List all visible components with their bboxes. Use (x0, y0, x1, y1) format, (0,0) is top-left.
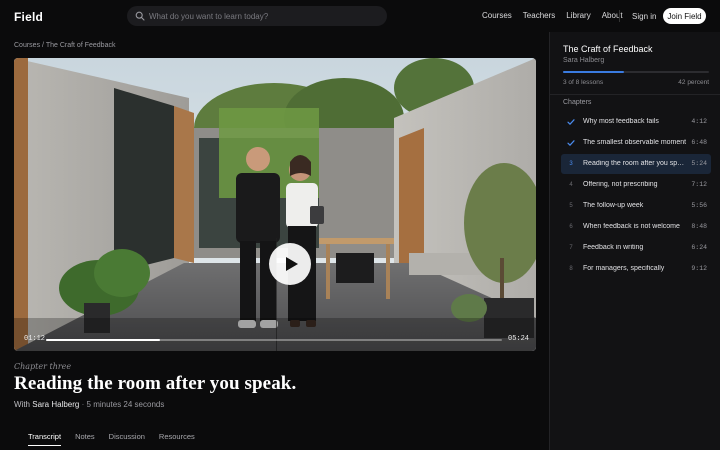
tab-notes[interactable]: Notes (75, 432, 95, 446)
meta-separator: · (81, 400, 85, 409)
chapter-duration: 5:24 (691, 160, 707, 167)
lesson-title: Reading the room after you speak. (14, 373, 297, 394)
search-input[interactable] (149, 8, 379, 24)
chapter-number: 8 (569, 266, 573, 272)
breadcrumb-current: The Craft of Feedback (45, 42, 116, 49)
nav-link-library[interactable]: Library (566, 11, 590, 20)
chapter-number: 3 (569, 161, 573, 167)
nav-link-teachers[interactable]: Teachers (523, 11, 555, 20)
play-icon (285, 257, 298, 271)
search-bar[interactable] (127, 6, 387, 26)
lesson-tabs: Transcript Notes Discussion Resources (28, 432, 209, 446)
course-sidebar: The Craft of Feedback Sara Halberg 3 of … (549, 32, 720, 450)
course-progress-fill (563, 71, 625, 73)
chapter-duration: 8:48 (691, 223, 707, 230)
author-name[interactable]: Sara Halberg (32, 400, 79, 409)
video-frame (14, 58, 536, 351)
chapter-duration: 5:56 (691, 202, 707, 209)
current-time: 01:12 (24, 335, 46, 343)
chapter-number: 7 (569, 245, 573, 251)
chapter-number: 4 (569, 182, 573, 188)
play-button[interactable] (269, 243, 311, 285)
lesson-duration: 5 minutes 24 seconds (86, 400, 165, 409)
course-title: The Craft of Feedback (563, 44, 653, 54)
lessons-count: 3 of 8 lessons (563, 79, 604, 86)
chapter-item[interactable]: 5 The follow-up week 5:56 (561, 196, 711, 216)
chapter-title: Offering, not prescribing (583, 181, 658, 188)
chapter-item[interactable]: Why most feedback fails 4:12 (561, 112, 711, 132)
tab-resources[interactable]: Resources (159, 432, 195, 446)
breadcrumb-courses[interactable]: Courses (14, 42, 40, 49)
logo[interactable]: Field (14, 10, 43, 24)
chapters-label: Chapters (563, 99, 592, 106)
chapter-title: Reading the room after you speak (583, 160, 687, 167)
chapter-duration: 6:48 (691, 139, 707, 146)
video-progress-fill (46, 339, 160, 341)
breadcrumb-separator: / (42, 42, 44, 49)
search-icon (135, 11, 145, 21)
chapter-title: When feedback is not welcome (583, 223, 680, 230)
top-nav: Field Courses Teachers Library About Sig… (0, 0, 720, 32)
chapter-duration: 7:12 (691, 181, 707, 188)
chapter-item[interactable]: The smallest observable moment 6:48 (561, 133, 711, 153)
chapter-duration: 9:12 (691, 265, 707, 272)
chapter-title: Feedback in writing (583, 244, 644, 251)
nav-link-courses[interactable]: Courses (482, 11, 512, 20)
chapter-item[interactable]: 8 For managers, specifically 9:12 (561, 259, 711, 279)
video-progress-bar[interactable] (46, 339, 502, 341)
chapter-title: The follow-up week (583, 202, 644, 209)
video-player[interactable] (14, 58, 536, 351)
check-icon (567, 139, 575, 147)
chapter-number: 6 (569, 224, 573, 230)
course-author[interactable]: Sara Halberg (563, 57, 604, 64)
chapter-duration: 6:24 (691, 244, 707, 251)
join-button[interactable]: Join Field (663, 8, 706, 24)
nav-divider (619, 10, 620, 22)
course-percent: 42 percent (678, 79, 709, 86)
tab-transcript[interactable]: Transcript (28, 432, 62, 446)
sidebar-divider (550, 94, 720, 95)
chapter-kicker: Chapter three (14, 362, 72, 371)
lesson-meta: With Sara Halberg · 5 minutes 24 seconds (14, 400, 164, 409)
breadcrumb: Courses / The Craft of Feedback (14, 42, 115, 49)
check-icon (567, 118, 575, 126)
chapter-title: For managers, specifically (583, 265, 665, 272)
chapter-item[interactable]: 7 Feedback in writing 6:24 (561, 238, 711, 258)
total-time: 05:24 (508, 335, 530, 343)
author-prefix: With (14, 400, 30, 409)
chapter-title: The smallest observable moment (583, 139, 687, 146)
course-progress-bar (563, 71, 709, 73)
nav-links: Courses Teachers Library About (482, 11, 634, 20)
chapter-item[interactable]: 3 Reading the room after you speak 5:24 (561, 154, 711, 174)
chapter-item[interactable]: 4 Offering, not prescribing 7:12 (561, 175, 711, 195)
sign-in-link[interactable]: Sign in (632, 12, 656, 21)
chapter-number: 5 (569, 203, 573, 209)
chapter-duration: 4:12 (691, 118, 707, 125)
chapter-item[interactable]: 6 When feedback is not welcome 8:48 (561, 217, 711, 237)
chapter-title: Why most feedback fails (583, 118, 659, 125)
tab-discussion[interactable]: Discussion (109, 432, 145, 446)
